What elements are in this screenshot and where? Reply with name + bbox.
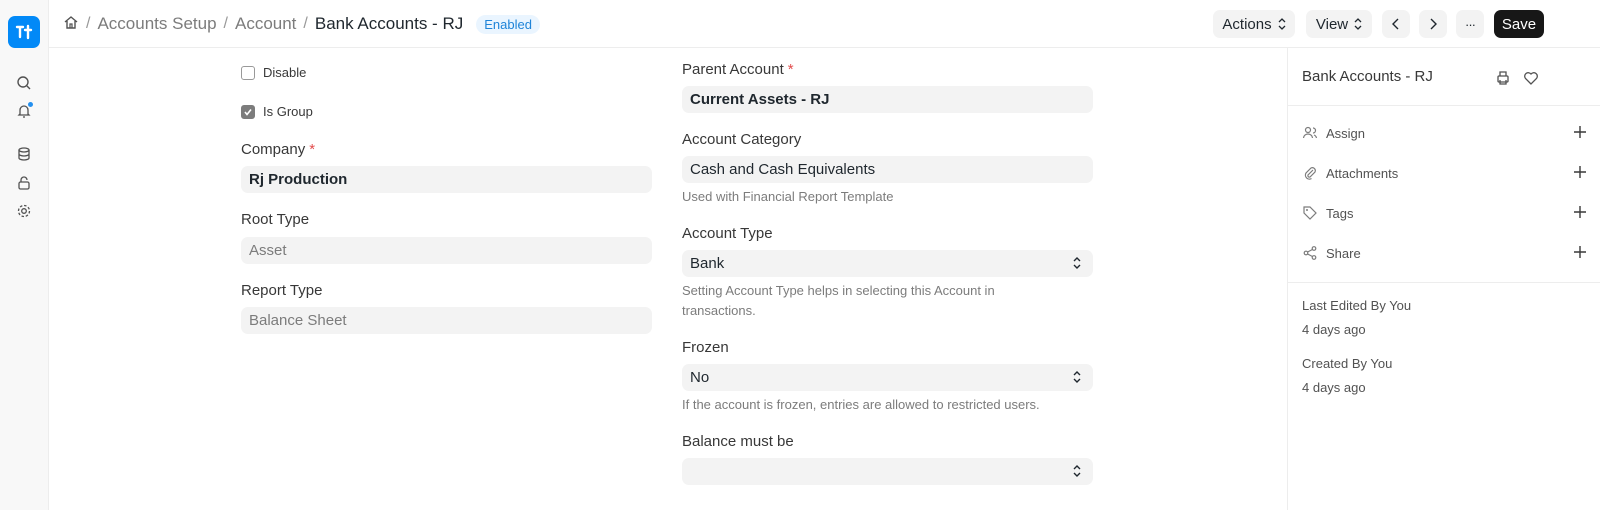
add-attachment-icon[interactable] (1573, 165, 1587, 179)
like-heart-icon[interactable] (1523, 70, 1539, 91)
database-icon[interactable] (15, 145, 33, 163)
breadcrumb-separator: / (86, 15, 91, 32)
left-rail (0, 0, 49, 510)
settings-gear-icon[interactable] (15, 202, 33, 220)
parent-account-label-text: Parent Account (682, 61, 784, 78)
notification-dot (28, 102, 33, 107)
account-type-help: Setting Account Type helps in selecting … (682, 281, 995, 321)
view-button-label: View (1315, 15, 1349, 33)
created-label: Created By You (1302, 356, 1393, 371)
required-marker: * (787, 61, 794, 78)
is-group-checkbox[interactable] (241, 104, 255, 119)
root-type-label: Root Type (241, 211, 310, 228)
required-marker: * (309, 141, 316, 158)
next-record-button[interactable] (1419, 10, 1447, 38)
search-icon[interactable] (15, 74, 33, 92)
last-edited-time: 4 days ago (1302, 322, 1366, 337)
is-group-checkbox-field[interactable]: Is Group (241, 104, 313, 119)
checkmark-icon (244, 108, 252, 116)
company-label-text: Company (241, 141, 306, 158)
users-icon (1302, 126, 1318, 139)
parent-account-field[interactable]: Current Assets - RJ (682, 86, 1093, 113)
chevron-left-icon (1392, 18, 1399, 30)
logo-icon (15, 24, 33, 40)
account-category-field[interactable]: Cash and Cash Equivalents (682, 156, 1093, 183)
chevron-updown-icon (1073, 465, 1081, 477)
account-category-help: Used with Financial Report Template (682, 189, 894, 204)
view-button[interactable]: View (1306, 10, 1372, 38)
created-time: 4 days ago (1302, 380, 1366, 395)
status-badge: Enabled (476, 14, 540, 34)
frozen-help: If the account is frozen, entries are al… (682, 397, 1040, 412)
add-tag-icon[interactable] (1573, 205, 1587, 219)
share-icon (1303, 246, 1317, 260)
report-type-field[interactable]: Balance Sheet (241, 307, 652, 334)
report-type-label: Report Type (241, 282, 323, 299)
sidebar-assign[interactable]: Assign (1302, 123, 1587, 143)
add-share-icon[interactable] (1573, 245, 1587, 259)
save-button-label: Save (1501, 15, 1537, 33)
company-field[interactable]: Rj Production (241, 166, 652, 193)
save-button[interactable]: Save (1494, 10, 1544, 38)
account-type-label: Account Type (682, 225, 773, 242)
last-edited-label: Last Edited By You (1302, 298, 1412, 313)
paperclip-icon (1304, 167, 1316, 180)
sidebar-attachments[interactable]: Attachments (1302, 163, 1587, 183)
parent-account-label: Parent Account * (682, 61, 794, 78)
account-type-help-line-1: Setting Account Type helps in selecting … (682, 283, 995, 298)
is-group-label: Is Group (263, 104, 313, 119)
print-icon[interactable] (1495, 70, 1511, 91)
chevron-updown-icon (1073, 257, 1081, 269)
home-icon[interactable] (63, 14, 79, 35)
frozen-select[interactable]: No (682, 364, 1093, 391)
balance-must-be-label: Balance must be (682, 433, 794, 450)
chevron-updown-icon (1354, 18, 1362, 30)
chevron-right-icon (1430, 18, 1437, 30)
lock-icon[interactable] (15, 174, 33, 192)
breadcrumb: / Accounts Setup / Account / Bank Accoun… (63, 12, 540, 36)
account-type-help-line-2: transactions. (682, 303, 756, 318)
actions-button[interactable]: Actions (1213, 10, 1295, 38)
breadcrumb-separator: / (303, 15, 308, 32)
disable-label: Disable (263, 65, 307, 80)
chevron-updown-icon (1073, 371, 1081, 383)
breadcrumb-separator: / (223, 15, 228, 32)
sidebar-tags[interactable]: Tags (1302, 203, 1587, 223)
more-options-icon: ··· (1465, 16, 1476, 32)
disable-checkbox[interactable] (241, 65, 255, 80)
account-category-label: Account Category (682, 131, 802, 148)
frozen-value: No (690, 369, 710, 386)
share-label: Share (1326, 245, 1361, 261)
sidebar-title: Bank Accounts - RJ (1302, 68, 1433, 85)
tag-icon (1303, 206, 1317, 220)
account-type-select[interactable]: Bank (682, 250, 1093, 277)
tags-label: Tags (1326, 205, 1354, 221)
add-assign-icon[interactable] (1573, 125, 1587, 139)
balance-must-be-select[interactable] (682, 458, 1093, 485)
assign-label: Assign (1326, 125, 1366, 141)
app-logo[interactable] (8, 16, 40, 48)
company-label: Company * (241, 141, 315, 158)
notification-bell-icon[interactable] (15, 102, 33, 120)
sidebar-share[interactable]: Share (1302, 243, 1587, 263)
root-type-field[interactable]: Asset (241, 237, 652, 264)
attachments-label: Attachments (1326, 165, 1399, 181)
chevron-updown-icon (1278, 18, 1286, 30)
more-options-button[interactable]: ··· (1456, 10, 1484, 38)
account-type-value: Bank (690, 255, 725, 272)
actions-button-label: Actions (1222, 15, 1272, 33)
disable-checkbox-field[interactable]: Disable (241, 65, 306, 80)
breadcrumb-account[interactable]: Account (235, 14, 296, 34)
breadcrumb-accounts-setup[interactable]: Accounts Setup (97, 14, 216, 34)
previous-record-button[interactable] (1382, 10, 1410, 38)
top-bar: / Accounts Setup / Account / Bank Accoun… (49, 0, 1600, 48)
divider (1288, 105, 1600, 106)
page-title: Bank Accounts - RJ (314, 14, 464, 33)
document-sidebar: Bank Accounts - RJ Assign Attachments Ta… (1287, 48, 1600, 510)
divider (1288, 282, 1600, 283)
frozen-label: Frozen (682, 339, 729, 356)
